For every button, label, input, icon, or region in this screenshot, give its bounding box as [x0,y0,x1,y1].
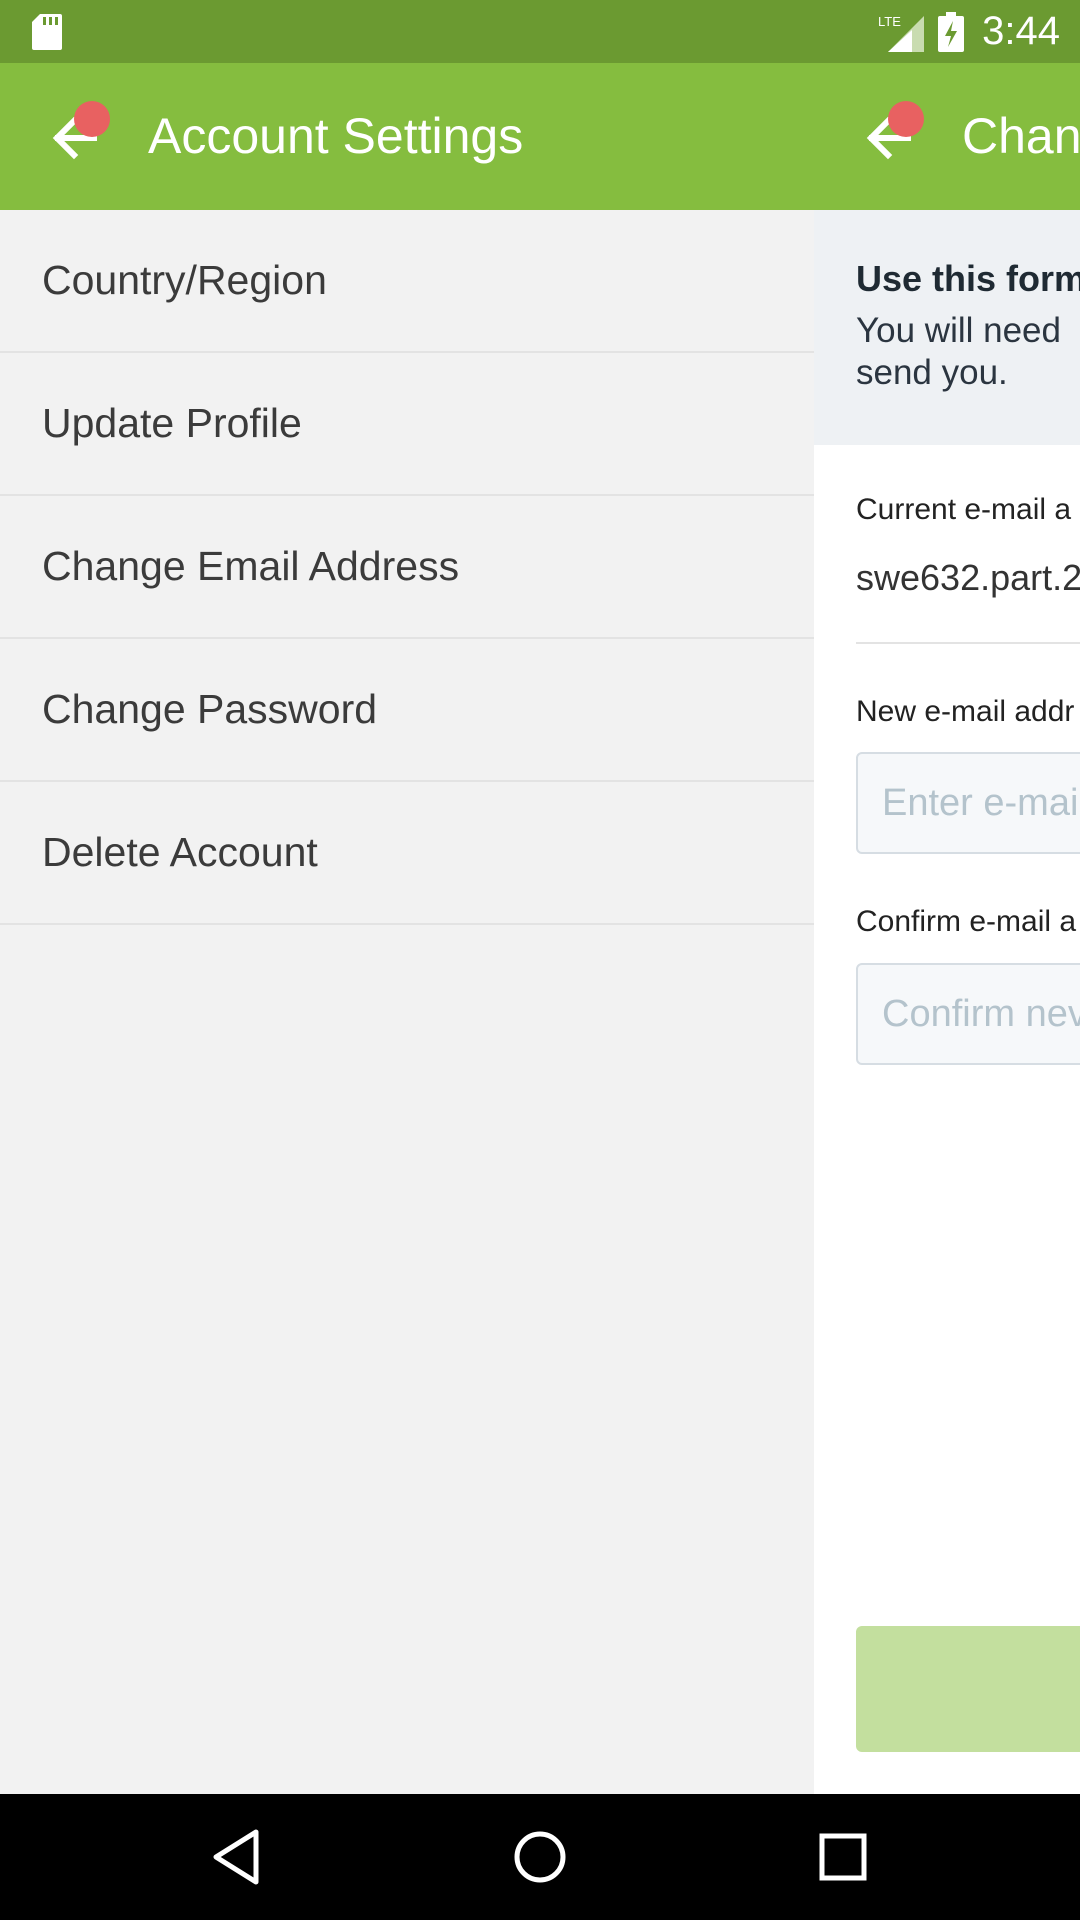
navigation-bar [0,1794,1080,1920]
nav-back-icon[interactable] [204,1824,270,1890]
change-email-app-bar: Chan [814,63,1080,210]
sd-card-icon [32,14,62,50]
nav-home-icon[interactable] [507,1824,573,1890]
info-title: Use this form [856,258,1080,299]
info-line-1: You will need [856,311,1061,350]
account-settings-screen: Account Settings Country/Region Update P… [0,63,814,1794]
change-email-back-button[interactable] [858,101,928,173]
current-email-value: swe632.part.2 [856,557,1080,598]
current-email-label: Current e-mail a [856,493,1072,526]
notification-dot [74,101,110,137]
new-email-input[interactable]: Enter e-mai [856,752,1080,854]
page-title: Account Settings [148,108,524,164]
back-button[interactable] [44,101,114,173]
info-line-2: send you. [856,353,1008,392]
svg-text:LTE: LTE [878,14,901,29]
confirm-email-input[interactable]: Confirm nev [856,963,1080,1065]
menu-item-change-email[interactable]: Change Email Address [0,496,814,639]
divider [856,642,1080,644]
lte-signal-icon: LTE [878,14,925,52]
info-box: Use this form You will need send you. [814,210,1080,445]
menu-item-change-password[interactable]: Change Password [0,639,814,782]
change-email-title: Chan [962,108,1080,164]
notification-dot [888,101,924,137]
new-email-label: New e-mail addr [856,695,1075,728]
battery-charging-icon [938,11,965,52]
confirm-email-label: Confirm e-mail a [856,905,1077,938]
app-bar: Account Settings [0,63,814,210]
menu-item-delete-account[interactable]: Delete Account [0,782,814,925]
submit-button[interactable] [856,1626,1080,1752]
status-bar: LTE 3:44 [0,0,1080,63]
status-time: 3:44 [982,9,1060,53]
menu-item-country-region[interactable]: Country/Region [0,210,814,353]
menu-item-update-profile[interactable]: Update Profile [0,353,814,496]
settings-menu: Country/Region Update Profile Change Ema… [0,210,814,925]
nav-recents-icon[interactable] [810,1824,876,1890]
change-email-screen: Chan Use this form You will need send yo… [814,63,1080,1794]
info-text: You will need send you. [856,310,1061,394]
